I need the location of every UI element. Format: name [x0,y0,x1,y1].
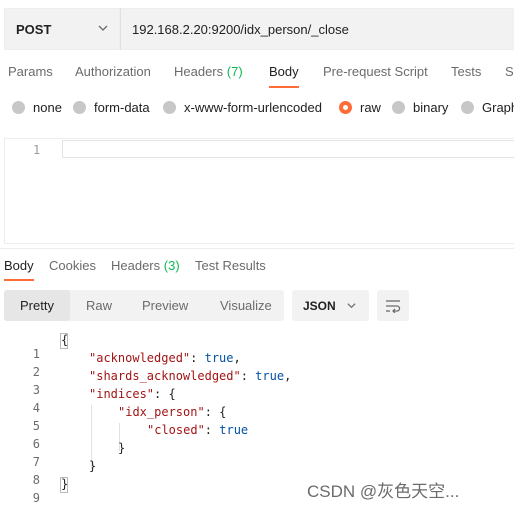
format-select[interactable]: JSON [292,290,369,321]
tab-params[interactable]: Params [8,64,53,79]
radio-none[interactable]: none [12,100,62,115]
chevron-down-icon [98,25,108,31]
response-tab-headers-label: Headers [111,258,161,273]
view-raw-button[interactable]: Raw [86,290,112,321]
response-tab-cookies[interactable]: Cookies [49,258,96,273]
json-comma: , [233,351,241,365]
json-value: true [204,351,234,365]
close-brace: } [61,477,69,491]
method-select[interactable]: POST [4,8,120,50]
radio-binary-label: binary [413,100,449,115]
radio-urlencoded[interactable]: x-www-form-urlencoded [163,100,322,115]
body-type-options: none form-data x-www-form-urlencoded raw… [0,100,514,118]
response-tab-body[interactable]: Body [4,258,34,273]
tab-headers-label: Headers [174,64,224,79]
json-key: "idx_person" [118,405,205,419]
radio-form-data-label: form-data [94,100,150,115]
line-number: 1 [33,143,41,157]
tab-headers-count: (7) [226,64,243,79]
response-active-tab-indicator [4,279,34,281]
method-label: POST [16,21,52,37]
json-key: "acknowledged" [89,351,191,365]
view-pretty-button[interactable]: Pretty [4,290,70,321]
json-key: "indices" [89,387,155,401]
pane-divider[interactable] [0,248,514,249]
watermark: CSDN @灰色天空... [307,482,460,501]
open-brace: { [168,387,176,401]
radio-graphql[interactable]: Graph [461,100,514,115]
json-colon: : [154,387,169,401]
code-line: 6 "closed": true [0,423,514,451]
json-colon: : [204,405,220,419]
active-tab-indicator [269,86,299,88]
request-url-bar: POST 192.168.2.20:9200/idx_person/_close [4,8,514,50]
radio-urlencoded-label: x-www-form-urlencoded [184,100,322,115]
radio-binary[interactable]: binary [392,100,448,115]
radio-unchecked-icon [392,101,405,114]
radio-unchecked-icon [461,101,474,114]
view-visualize-button[interactable]: Visualize [220,290,272,321]
response-tab-headers-count: (3) [163,258,180,273]
open-brace: { [61,333,69,347]
current-line-highlight [62,140,514,158]
response-tabs: Body Cookies Headers (3) Test Results [0,258,514,278]
json-comma: , [284,369,292,383]
view-preview-button[interactable]: Preview [142,290,188,321]
json-colon: : [190,351,205,365]
radio-unchecked-icon [73,101,86,114]
close-brace: } [89,459,97,473]
request-tabs: Params Authorization Headers (7) Body Pr… [0,64,514,88]
tab-authorization[interactable]: Authorization [75,64,151,79]
tab-pre-request-script[interactable]: Pre-request Script [323,64,428,79]
line-number: 9 [32,491,40,505]
view-mode-segmented: Pretty Raw Preview Visualize [4,290,284,321]
format-value: JSON [303,298,336,313]
tab-body[interactable]: Body [269,64,299,79]
radio-unchecked-icon [163,101,176,114]
radio-unchecked-icon [12,101,25,114]
json-colon: : [204,423,220,437]
json-colon: : [240,369,256,383]
wrap-lines-icon [386,299,401,313]
close-brace: } [118,441,126,455]
tab-headers[interactable]: Headers (7) [174,64,243,79]
code-line: 7 } [0,441,514,469]
json-key: "closed" [147,423,205,437]
radio-raw[interactable]: raw [339,100,381,115]
radio-form-data[interactable]: form-data [73,100,150,115]
radio-checked-icon [339,101,352,114]
tab-tests[interactable]: Tests [451,64,481,79]
url-value: 192.168.2.20:9200/idx_person/_close [132,21,349,37]
response-tab-headers[interactable]: Headers (3) [111,258,180,273]
code-line: 8 } [0,459,514,487]
radio-none-label: none [33,100,62,115]
json-value: true [219,423,249,437]
json-value: true [255,369,285,383]
radio-raw-label: raw [360,100,381,115]
response-tab-test-results[interactable]: Test Results [195,258,266,273]
open-brace: { [219,405,227,419]
code-line: 4 "indices": { [0,387,514,415]
tab-settings[interactable]: S [505,64,514,79]
json-key: "shards_acknowledged" [89,369,241,383]
wrap-lines-button[interactable] [377,290,409,321]
code-line: 5 "idx_person": { [0,405,514,433]
url-input[interactable]: 192.168.2.20:9200/idx_person/_close [120,8,514,50]
code-line: 3 "shards_acknowledged": true, [0,369,514,397]
code-line: 2 "acknowledged": true, [0,351,514,379]
code-line: 1 { [0,333,514,361]
request-body-editor[interactable]: 1 [4,138,514,244]
radio-graphql-label: Graph [482,100,514,115]
chevron-down-icon [347,303,356,309]
